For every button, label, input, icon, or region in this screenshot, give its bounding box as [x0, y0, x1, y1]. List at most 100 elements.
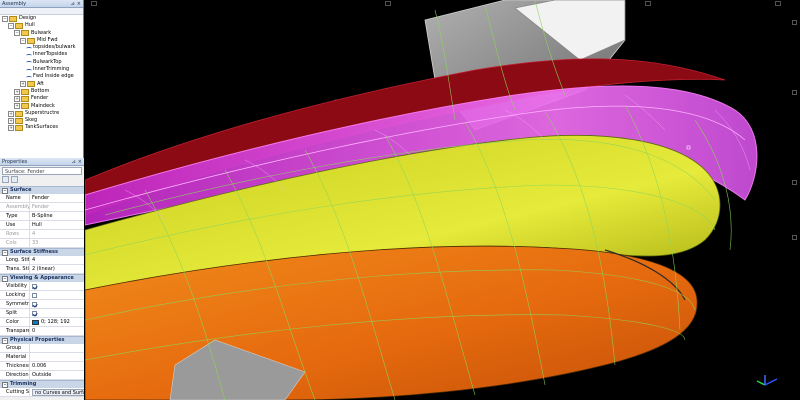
property-row[interactable]: Name Fender [0, 194, 84, 203]
property-row[interactable]: Color 0; 128; 192 [0, 318, 84, 327]
tree-node[interactable]: BulwarkTop [0, 59, 83, 66]
collapse-icon[interactable]: − [14, 30, 20, 37]
folder-icon [9, 15, 17, 22]
view-tool-icon[interactable] [792, 20, 797, 25]
color-swatch[interactable] [32, 319, 39, 325]
collapse-icon[interactable]: − [2, 381, 8, 388]
property-value[interactable]: 0.006 [30, 362, 84, 370]
property-row[interactable]: Trans. Stiff.2 (linear) [0, 265, 84, 274]
tree-node[interactable]: − Design [0, 15, 83, 22]
collapse-icon[interactable]: − [2, 275, 8, 282]
pin-icon[interactable]: ⊿ [72, 159, 76, 165]
property-row[interactable]: Thickness m0.006 [0, 362, 84, 371]
tree-node[interactable]: InnerTopsides [0, 51, 83, 58]
expand-icon[interactable]: + [14, 95, 20, 102]
property-checkbox[interactable] [32, 310, 37, 316]
property-row[interactable]: Rows 4 [0, 230, 84, 239]
tree-node[interactable]: + TankSurfaces [0, 124, 83, 132]
tree-node[interactable]: Fwd Inside edge [0, 73, 83, 80]
property-section-header[interactable]: − Physical Properties [0, 336, 84, 344]
property-value[interactable] [30, 353, 84, 361]
cutting-surfs-button[interactable]: no Curves and Surfa [32, 388, 84, 396]
property-row[interactable]: Visibility [0, 282, 84, 291]
property-value[interactable] [30, 344, 84, 352]
property-section-header[interactable]: − Surface [0, 186, 84, 194]
tree-node[interactable]: + Bottom [0, 88, 83, 95]
tree-node[interactable]: + Skeg [0, 117, 83, 124]
property-value[interactable]: 4 [30, 256, 84, 264]
property-row[interactable]: Material [0, 353, 84, 362]
tree-node[interactable]: + Superstructre [0, 110, 83, 117]
property-checkbox[interactable] [32, 283, 37, 289]
collapse-icon[interactable]: − [2, 337, 8, 344]
property-checkbox[interactable] [32, 292, 37, 298]
collapse-icon[interactable]: − [8, 22, 14, 29]
collapse-icon[interactable]: − [2, 15, 8, 22]
property-value[interactable]: B-Spline [30, 212, 84, 220]
property-value[interactable]: 0 [30, 327, 84, 335]
expand-icon[interactable]: + [20, 81, 26, 88]
property-value[interactable]: 4 [30, 230, 84, 238]
view-tool-icon[interactable] [792, 180, 797, 185]
property-value[interactable]: Outside [30, 371, 84, 379]
alphabetical-view-icon[interactable] [11, 176, 18, 183]
property-row[interactable]: Transparency %0 [0, 327, 84, 336]
pin-icon[interactable]: ⊿ [71, 1, 75, 7]
view-tool-icon[interactable] [792, 235, 797, 240]
property-value[interactable]: Hull [30, 221, 84, 229]
hull-render[interactable] [85, 0, 800, 400]
property-section-header[interactable]: − Viewing & Appearance [0, 274, 84, 282]
tree-node[interactable]: − Bulwark [0, 30, 83, 37]
collapse-icon[interactable]: − [2, 187, 8, 194]
property-checkbox[interactable] [32, 301, 37, 307]
property-value[interactable] [30, 291, 84, 299]
property-row[interactable]: Split [0, 309, 84, 318]
property-section-title: Viewing & Appearance [10, 275, 74, 281]
property-row[interactable]: Type B-Spline [0, 212, 84, 221]
close-icon[interactable]: × [78, 159, 82, 165]
model-viewport[interactable] [85, 0, 800, 400]
collapse-icon[interactable]: − [2, 249, 8, 256]
property-row[interactable]: Assembly Fender [0, 203, 84, 212]
property-value[interactable] [30, 300, 84, 308]
property-value[interactable]: Fender [30, 203, 84, 211]
view-tool-icon[interactable] [792, 90, 797, 95]
property-value[interactable]: Fender [30, 194, 84, 202]
property-row[interactable]: Locking [0, 291, 84, 300]
categorized-view-icon[interactable] [2, 176, 9, 183]
property-row[interactable]: Direction Outside [0, 371, 84, 380]
tree-node[interactable]: topsides/bulwark [0, 44, 83, 51]
property-row[interactable]: Cols 33 [0, 239, 84, 248]
tree-node[interactable]: + Aft [0, 81, 83, 88]
folder-icon [27, 37, 35, 44]
property-row[interactable]: Cutting Surfsno Curves and Surfa [0, 388, 84, 397]
property-value[interactable]: 0; 128; 192 [30, 318, 84, 326]
tree-node[interactable]: + Maindeck [0, 103, 83, 110]
property-section-header[interactable]: − Trimming [0, 380, 84, 388]
property-key: Long. Stiff. [0, 256, 30, 264]
collapse-icon[interactable]: − [20, 37, 26, 44]
property-row[interactable]: Group [0, 344, 84, 353]
expand-icon[interactable]: + [8, 110, 14, 117]
property-row[interactable]: Long. Stiff.4 [0, 256, 84, 265]
expand-icon[interactable]: + [8, 117, 14, 124]
property-value[interactable]: 2 (linear) [30, 265, 84, 273]
close-icon[interactable]: × [77, 1, 81, 7]
tree-node[interactable]: − Mid Fwd [0, 37, 83, 44]
property-row[interactable]: Symmetry [0, 300, 84, 309]
property-section-header[interactable]: − Surface Stiffness [0, 248, 84, 256]
selected-object-combo[interactable]: Surface: Fender [2, 167, 82, 175]
property-value[interactable]: no Curves and Surfa [30, 388, 84, 396]
tree-node[interactable]: − Hull [0, 22, 83, 29]
tree-node[interactable]: InnerTrimming [0, 66, 83, 73]
tree-node[interactable]: + Fender [0, 95, 83, 102]
property-value[interactable] [30, 282, 84, 290]
property-value[interactable] [30, 309, 84, 317]
expand-icon[interactable]: + [8, 125, 14, 132]
property-value[interactable]: 33 [30, 239, 84, 247]
expand-icon[interactable]: + [14, 103, 20, 110]
property-value-text: 0.006 [32, 363, 47, 369]
expand-icon[interactable]: + [14, 88, 20, 95]
property-row[interactable]: Use Hull [0, 221, 84, 230]
property-key: Cutting Surfs [0, 388, 30, 396]
